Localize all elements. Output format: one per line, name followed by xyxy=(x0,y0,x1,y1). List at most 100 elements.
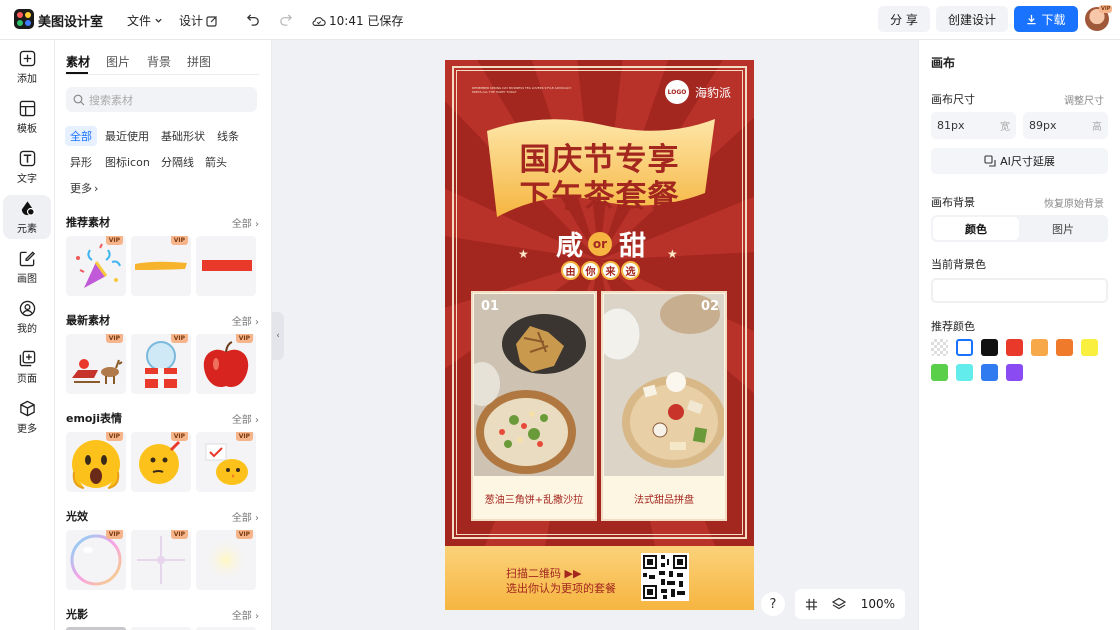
asset-red-bar[interactable] xyxy=(196,236,256,296)
chip-recent[interactable]: 最近使用 xyxy=(100,126,154,146)
asset-apple[interactable]: VIP xyxy=(196,334,256,394)
reindeer-sleigh-icon xyxy=(72,359,123,384)
asset-emoji-shocked[interactable]: VIP xyxy=(66,432,126,492)
rail-item-page[interactable]: 页面 xyxy=(3,345,51,389)
see-all-link[interactable]: 全部 › xyxy=(232,509,259,524)
grid-icon[interactable] xyxy=(805,598,818,611)
star-icon: ★ xyxy=(518,247,529,261)
share-button[interactable]: 分 享 xyxy=(878,6,930,32)
vip-badge: VIP xyxy=(235,334,253,343)
undo-icon[interactable] xyxy=(246,12,261,27)
swatch-cyan[interactable] xyxy=(956,364,973,381)
tab-materials[interactable]: 素材 xyxy=(66,53,90,70)
tab-collage[interactable]: 拼图 xyxy=(187,53,211,70)
help-button[interactable]: ? xyxy=(761,592,785,616)
chip-basic-shapes[interactable]: 基础形状 xyxy=(156,126,210,146)
see-all-link[interactable]: 全部 › xyxy=(232,411,259,426)
swatch-orange[interactable] xyxy=(1056,339,1073,356)
chip-more-label: 更多 xyxy=(70,182,92,195)
asset-bubble[interactable]: VIP xyxy=(66,530,126,590)
menu-item-card: 01 葱油三角饼+乱撒沙拉 xyxy=(471,291,597,521)
layers-icon[interactable] xyxy=(832,597,847,611)
asset-sparkle[interactable]: VIP xyxy=(131,530,191,590)
see-all-link[interactable]: 全部 › xyxy=(232,313,259,328)
download-label: 下载 xyxy=(1041,12,1066,27)
rail-item-label: 画图 xyxy=(17,273,37,285)
file-menu[interactable]: 文件 xyxy=(127,12,163,29)
app-logo-icon[interactable] xyxy=(14,9,34,29)
poster-brand: 海豹派 xyxy=(695,86,732,100)
swatch-blue[interactable] xyxy=(981,364,998,381)
swatch-black[interactable] xyxy=(981,339,998,356)
section-recommended: 推荐素材 全部 › xyxy=(66,214,259,230)
section-title: emoji表情 xyxy=(66,412,123,425)
choose-char: 你 xyxy=(581,261,600,280)
asset-panel: 素材 图片 背景 拼图 搜索素材 全部 最近使用 基础形状 线条 异形 图标ic… xyxy=(55,40,272,630)
chip-dividers[interactable]: 分隔线 xyxy=(156,152,199,172)
rail-item-draw[interactable]: 画图 xyxy=(3,245,51,289)
swatch-yellow[interactable] xyxy=(1081,339,1098,356)
swatch-transparent[interactable] xyxy=(931,339,948,356)
asset-glow[interactable]: VIP xyxy=(196,530,256,590)
restore-bg-link[interactable]: 恢复原始背景 xyxy=(1044,195,1104,210)
zoom-level[interactable]: 100% xyxy=(861,597,895,611)
food-photo-1 xyxy=(474,294,594,476)
swatch-purple[interactable] xyxy=(1006,364,1023,381)
asset-gold-stroke[interactable]: VIP xyxy=(131,236,191,296)
scan-qr-subtext: 选出你认为更项的套餐 xyxy=(506,582,616,595)
poster-logo: LOGO xyxy=(665,80,689,104)
vip-badge: VIP xyxy=(105,334,123,343)
section-title: 光影 xyxy=(66,608,88,621)
download-icon xyxy=(1027,14,1037,24)
swatch-light-orange[interactable] xyxy=(1031,339,1048,356)
tab-bg-image[interactable]: 图片 xyxy=(1020,217,1106,240)
edit-icon xyxy=(206,15,217,27)
chip-irregular[interactable]: 异形 xyxy=(65,152,97,172)
rail-item-label: 元素 xyxy=(17,223,37,235)
rail-item-template[interactable]: 模板 xyxy=(3,95,51,139)
see-all-link[interactable]: 全部 › xyxy=(232,215,259,230)
rail-item-elements[interactable]: 元素 xyxy=(3,195,51,239)
redo-icon[interactable] xyxy=(278,12,293,27)
search-input[interactable]: 搜索素材 xyxy=(66,87,257,112)
see-all-link[interactable]: 全部 › xyxy=(232,607,259,622)
rail-item-mine[interactable]: 我的 xyxy=(3,295,51,339)
vip-badge: VIP xyxy=(105,530,123,539)
rail-item-more[interactable]: 更多 xyxy=(3,395,51,439)
design-canvas[interactable]: REMEMBER SPRING DAY BUSINESS TEA LOVERS … xyxy=(445,60,754,610)
width-input[interactable]: 81px 宽 xyxy=(931,112,1016,139)
rail-item-add[interactable]: 添加 xyxy=(3,45,51,89)
create-design-button[interactable]: 创建设计 xyxy=(936,6,1008,32)
current-bg-color-swatch[interactable] xyxy=(931,278,1108,303)
user-icon xyxy=(19,300,35,316)
tab-bg-color[interactable]: 颜色 xyxy=(933,217,1019,240)
download-button[interactable]: 下载 xyxy=(1014,6,1078,32)
qr-code-icon xyxy=(641,553,689,601)
swatch-white[interactable] xyxy=(956,339,973,356)
adjust-size-link[interactable]: 调整尺寸 xyxy=(1064,92,1104,107)
tab-backgrounds[interactable]: 背景 xyxy=(147,53,171,70)
rail-item-text[interactable]: 文字 xyxy=(3,145,51,189)
chip-all[interactable]: 全部 xyxy=(65,126,97,146)
swatch-green[interactable] xyxy=(931,364,948,381)
chevron-right-icon: › xyxy=(94,181,99,195)
see-all-label: 全部 xyxy=(231,218,252,230)
height-input[interactable]: 89px 高 xyxy=(1023,112,1108,139)
asset-snow-globe[interactable]: VIP xyxy=(131,334,191,394)
chip-lines[interactable]: 线条 xyxy=(212,126,244,146)
chip-more[interactable]: 更多 › xyxy=(65,178,103,198)
design-menu[interactable]: 设计 xyxy=(179,12,218,29)
asset-party-popper[interactable]: VIP xyxy=(66,236,126,296)
thinking-emoji-icon xyxy=(139,440,181,484)
asset-emoji-chick[interactable]: VIP xyxy=(196,432,256,492)
swatch-red[interactable] xyxy=(1006,339,1023,356)
asset-sleigh[interactable]: VIP xyxy=(66,334,126,394)
ai-extend-button[interactable]: AI尺寸延展 xyxy=(931,148,1108,174)
tab-divider xyxy=(66,74,259,75)
tab-images[interactable]: 图片 xyxy=(106,53,130,70)
asset-emoji-thinking[interactable]: VIP xyxy=(131,432,191,492)
chip-arrows[interactable]: 箭头 xyxy=(200,152,232,172)
design-menu-label: 设计 xyxy=(179,14,204,28)
collapse-panel-handle[interactable]: ‹ xyxy=(272,312,284,360)
chip-icons[interactable]: 图标icon xyxy=(100,152,155,172)
